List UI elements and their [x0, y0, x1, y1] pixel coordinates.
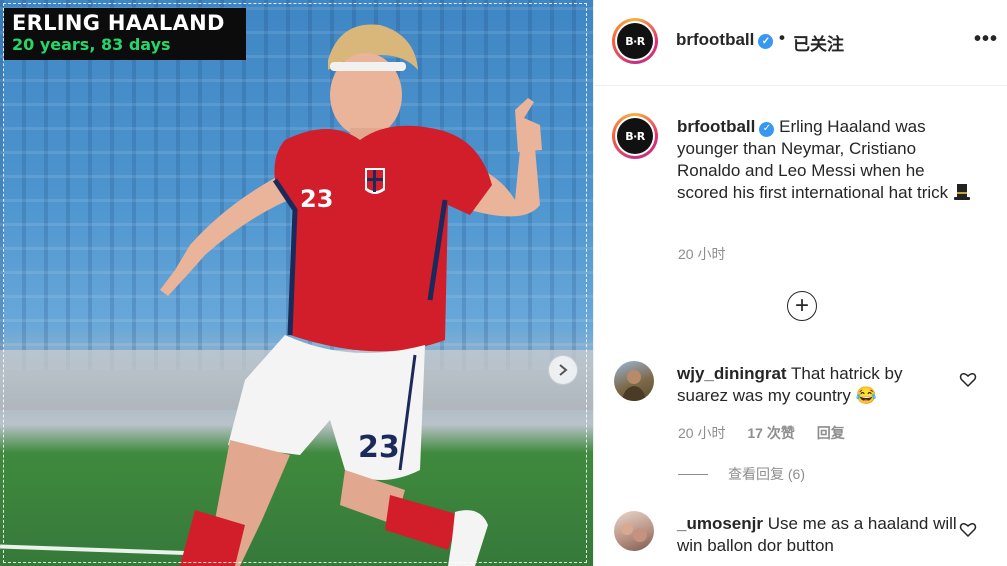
graphic-player-age: 20 years, 83 days: [12, 35, 171, 54]
separator-dot: •: [779, 28, 785, 47]
caption-author-avatar[interactable]: B·R: [612, 113, 658, 159]
caption-username[interactable]: brfootball: [677, 117, 755, 136]
top-hat-icon: [953, 184, 970, 200]
verified-badge-icon: ✓: [758, 34, 774, 49]
next-image-button[interactable]: [548, 355, 578, 385]
image-dashed-frame: [3, 3, 587, 563]
heart-icon[interactable]: [959, 371, 977, 389]
view-replies-label[interactable]: 查看回复 (6): [728, 464, 805, 484]
chevron-right-icon: [559, 364, 568, 376]
commenter-avatar[interactable]: [614, 361, 654, 401]
comment-username[interactable]: wjy_diningrat: [677, 364, 787, 383]
post-header: B·R brfootball ✓ • 已关注 •••: [594, 0, 1007, 86]
commenter-avatar[interactable]: [614, 511, 654, 551]
comment-meta: 20 小时 17 次赞 回复: [678, 423, 863, 443]
replies-line: [678, 473, 708, 475]
comment-body: wjy_diningrat That hatrick by suarez was…: [677, 363, 957, 407]
comment-body: _umosenjr Use me as a haaland will win b…: [677, 513, 957, 557]
author-avatar[interactable]: B·R: [612, 18, 658, 64]
more-options-button[interactable]: •••: [974, 28, 998, 51]
reply-button[interactable]: 回复: [817, 425, 845, 441]
follow-status-button[interactable]: 已关注: [793, 30, 844, 55]
avatar-image: [621, 523, 647, 542]
avatar-image: [622, 370, 646, 401]
verified-badge-icon: ✓: [759, 121, 775, 137]
comment-username[interactable]: _umosenjr: [677, 514, 763, 533]
graphic-player-name: ERLING HAALAND: [12, 11, 225, 35]
view-replies-button[interactable]: 查看回复 (6): [678, 464, 805, 484]
post-sidebar: B·R brfootball ✓ • 已关注 ••• B·R brfootball…: [593, 0, 1007, 566]
laughing-emoji: 😂: [855, 386, 877, 405]
author-username[interactable]: brfootball ✓: [676, 30, 774, 50]
post-caption: brfootball ✓ Erling Haaland was younger t…: [677, 116, 977, 204]
load-more-comments-button[interactable]: +: [787, 291, 817, 321]
post-image[interactable]: 23 23 ERLING HAALAND 20 years, 83 days: [0, 0, 593, 566]
heart-icon[interactable]: [959, 521, 977, 539]
caption-timestamp[interactable]: 20 小时: [678, 244, 725, 264]
comment-likes[interactable]: 17 次赞: [747, 425, 794, 441]
graphic-title-box: ERLING HAALAND 20 years, 83 days: [4, 8, 246, 60]
comment-timestamp[interactable]: 20 小时: [678, 425, 725, 441]
